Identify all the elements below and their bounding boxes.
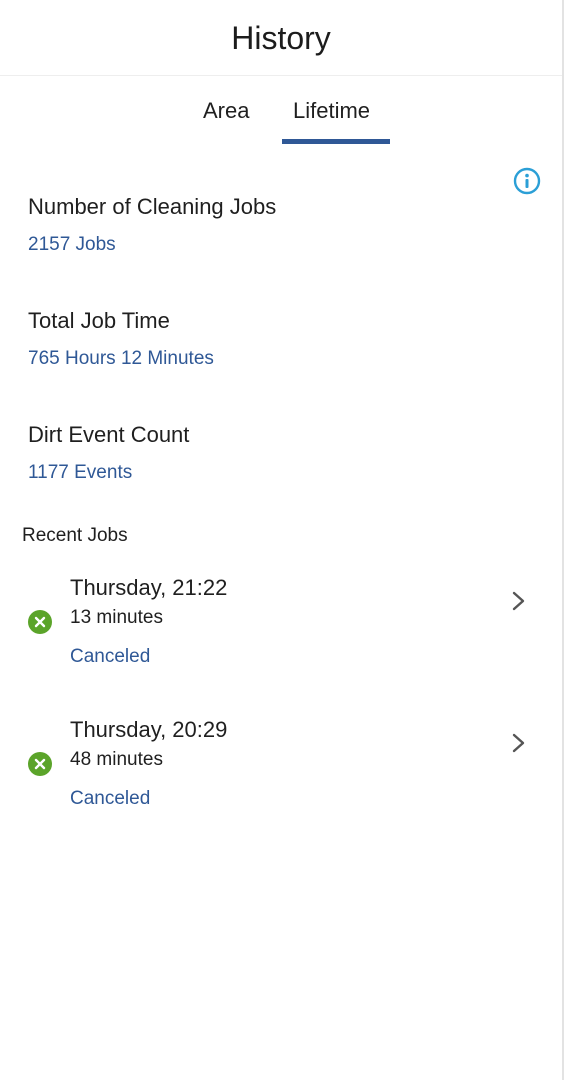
stat-value: 1177 Events <box>28 462 133 483</box>
info-icon[interactable] <box>513 167 541 195</box>
stat-value: 765 Hours 12 Minutes <box>28 348 214 369</box>
stat-label: Number of Cleaning Jobs <box>28 194 277 219</box>
job-date: Thursday, 21:22 <box>70 575 228 600</box>
job-status: Canceled <box>70 646 151 667</box>
job-status: Canceled <box>70 788 151 809</box>
stat-label: Total Job Time <box>28 308 170 333</box>
stat-cleaning-jobs: Number of Cleaning Jobs 2157 Jobs <box>28 194 276 256</box>
chevron-right-icon <box>512 591 525 611</box>
job-duration: 13 minutes <box>70 607 163 628</box>
cancel-circle-icon <box>28 610 52 634</box>
recent-job-row[interactable]: Thursday, 20:29 48 minutes Canceled <box>0 712 562 832</box>
job-duration: 48 minutes <box>70 749 163 770</box>
selected-tab-indicator <box>282 139 390 144</box>
chevron-right-icon <box>512 733 525 753</box>
recent-job-row[interactable]: Thursday, 21:22 13 minutes Canceled <box>0 570 562 690</box>
job-date: Thursday, 20:29 <box>70 717 228 742</box>
stat-total-job-time: Total Job Time 765 Hours 12 Minutes <box>28 308 214 370</box>
recent-jobs-heading: Recent Jobs <box>22 525 128 546</box>
stat-dirt-event-count: Dirt Event Count 1177 Events <box>28 422 189 484</box>
stat-value: 2157 Jobs <box>28 234 116 255</box>
tab-area[interactable]: Area <box>203 98 249 124</box>
tab-lifetime[interactable]: Lifetime <box>293 98 370 124</box>
stat-label: Dirt Event Count <box>28 422 190 447</box>
app-header: History <box>0 0 562 76</box>
tab-bar: Area Lifetime <box>0 76 562 146</box>
page-title: History <box>231 20 331 56</box>
cancel-circle-icon <box>28 752 52 776</box>
